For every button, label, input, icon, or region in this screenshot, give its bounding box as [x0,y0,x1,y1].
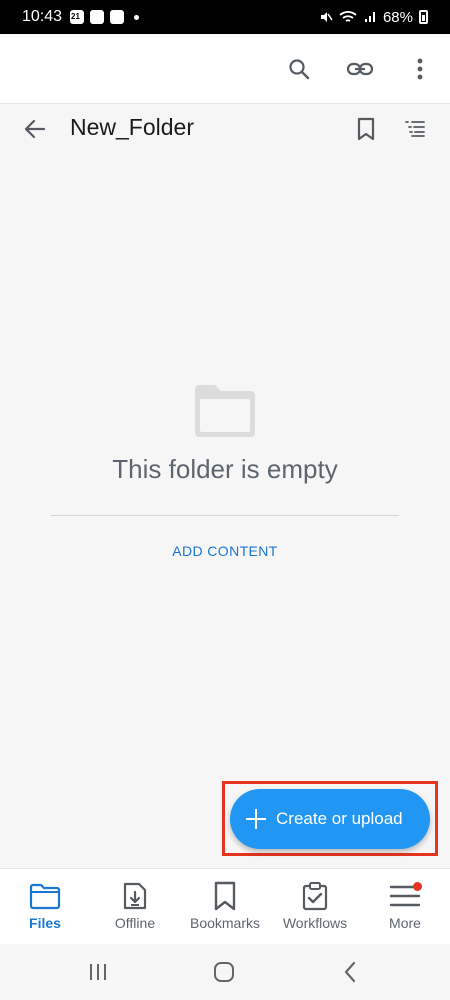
folder-header: New_Folder [0,104,450,152]
nav-label-offline: Offline [114,915,156,931]
status-right: 68% [319,9,428,26]
empty-folder-icon [195,385,255,437]
bookmark-icon[interactable] [352,114,380,144]
nav-label-more: More [389,915,421,931]
bookmark-nav-icon [208,881,242,911]
nav-item-workflows[interactable]: Workflows [270,869,360,944]
nav-item-offline[interactable]: Offline [90,869,180,944]
battery-percent: 68% [382,8,413,26]
more-notifications-dot [134,14,140,20]
divider [51,515,399,516]
notification-icons: 21 [70,10,140,24]
calendar-day: 21 [71,12,80,21]
checkbox-icon [90,10,105,24]
link-icon[interactable] [344,53,376,85]
plus-icon [246,809,266,829]
sort-list-icon[interactable] [401,116,429,142]
search-icon[interactable] [283,53,315,85]
create-or-upload-button[interactable]: Create or upload [230,789,430,849]
add-content-button[interactable]: ADD CONTENT [0,543,450,559]
more-vert-icon[interactable] [404,53,436,85]
status-bar: 10:43 21 68% [0,0,450,34]
system-back-icon[interactable] [336,960,364,984]
wifi-icon [339,11,357,22]
top-app-bar [0,34,450,104]
nav-item-files[interactable]: Files [0,869,90,944]
folder-title: New_Folder [70,114,194,140]
nav-label-files: Files [29,915,61,931]
nav-label-bookmarks: Bookmarks [189,915,261,931]
status-time: 10:43 [22,8,63,25]
nav-label-workflows: Workflows [282,915,348,931]
signal-icon [364,12,375,22]
home-icon[interactable] [210,960,238,984]
clipboard-check-icon [298,881,332,911]
recents-icon[interactable] [84,960,112,984]
nav-item-more[interactable]: More [360,869,450,944]
calendar-icon: 21 [70,10,85,24]
gallery-icon [110,10,125,24]
battery-icon [419,10,428,24]
notification-badge [413,882,422,891]
empty-state-message: This folder is empty [112,454,338,484]
bottom-navigation: Files Offline Bookmarks Workflows More [0,868,450,944]
folder-icon [28,881,62,911]
back-arrow-icon[interactable] [20,114,50,144]
mute-icon [320,12,333,22]
system-navigation-bar [0,944,450,1000]
nav-item-bookmarks[interactable]: Bookmarks [180,869,270,944]
fab-label: Create or upload [276,809,403,828]
offline-download-icon [118,881,152,911]
